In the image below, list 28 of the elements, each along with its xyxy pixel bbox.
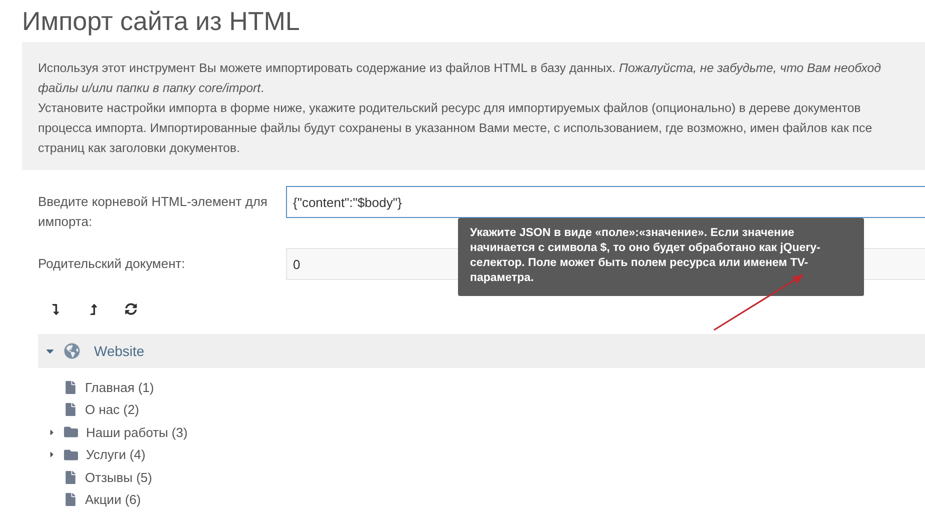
- globe-icon: [64, 343, 80, 359]
- caret-icon[interactable]: [48, 450, 56, 460]
- tooltip: Укажите JSON в виде «поле»:«значение». Если значение начинается с символа $, то оно будет обработано как jQuery-селектор. Поле может быть полем ресурса или именем TV-параметра.: [458, 218, 864, 296]
- intro-text: процесса импорта. Импортированные файлы будут сохранены в указанном Вами месте, с использованием, где возможно, имен файлов как псе: [38, 120, 874, 137]
- tree-item[interactable]: О нас (2): [85, 402, 140, 418]
- intro-text: Установите настройки импорта в форме ниже, укажите родительский ресурс для импортируемых файлов (опционально) в дереве документов: [38, 100, 862, 117]
- file-icon: [64, 380, 77, 394]
- field-label: Родительский документ:: [38, 255, 186, 273]
- folder-icon: [64, 448, 78, 462]
- intro-text: Используя этот инструмент Вы можете импортировать содержание из файлов HTML в базу данных. Пожалуйста, не забудьте, что Вам необход: [38, 60, 882, 77]
- tree-root-label: Website: [94, 343, 144, 359]
- tree-item[interactable]: Отзывы (5): [85, 470, 152, 485]
- file-icon: [64, 470, 77, 484]
- file-icon: [64, 403, 77, 416]
- file-icon: [64, 493, 77, 506]
- intro-text: файлы и/или папки в папку core/import.: [38, 80, 266, 97]
- tree-item[interactable]: Наши работы (3): [86, 424, 188, 440]
- tree-root-row[interactable]: Website: [38, 334, 925, 368]
- page-title: Импорт сайта из HTML: [21, 5, 301, 38]
- tree-item[interactable]: Главная (1): [85, 380, 154, 395]
- field-label: Введите корневой HTML-элемент для импорта:: [38, 193, 268, 231]
- intro-text: страниц как заголовки документов.: [38, 140, 241, 157]
- folder-icon: [64, 425, 78, 440]
- input-field[interactable]: {"content":"$body"}: [286, 186, 925, 218]
- tree-item[interactable]: Акции (6): [85, 492, 141, 508]
- tree-item[interactable]: Услуги (4): [86, 447, 146, 462]
- refresh-icon[interactable]: [122, 300, 140, 318]
- caret-icon[interactable]: [48, 428, 56, 437]
